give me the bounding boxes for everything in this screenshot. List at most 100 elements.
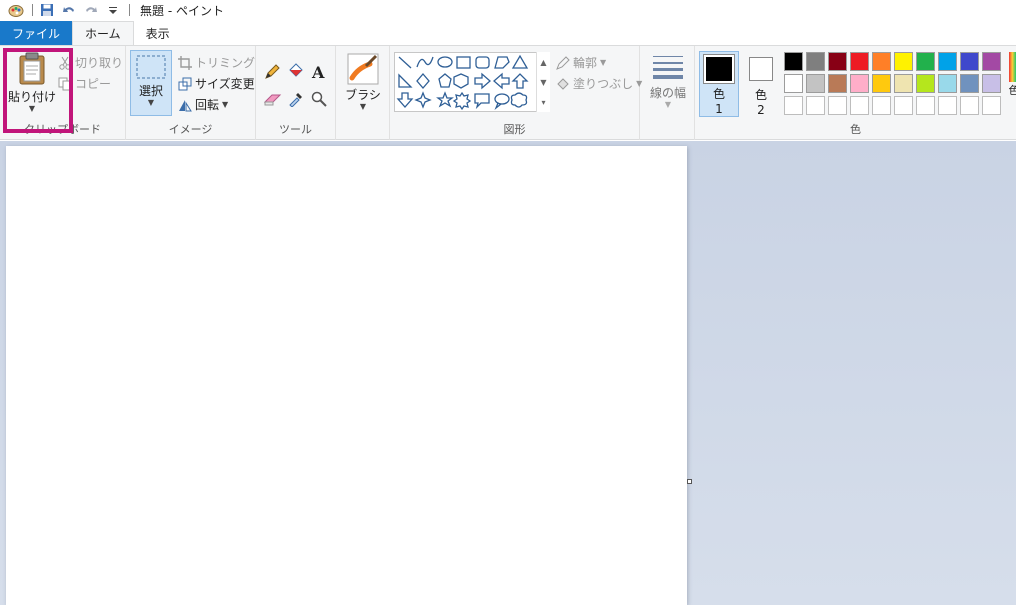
color1-button[interactable]: 色 1	[699, 51, 739, 117]
chevron-down-icon[interactable]: ▼	[148, 99, 154, 107]
copy-button[interactable]: コピー	[58, 75, 111, 92]
resize-label: サイズ変更	[195, 77, 255, 91]
color-swatch[interactable]	[982, 52, 1001, 71]
colors-group: 色 1 色 2 色 色	[695, 46, 1016, 140]
tab-home[interactable]: ホーム	[72, 21, 134, 45]
tab-view[interactable]: 表示	[134, 21, 182, 45]
color-swatch[interactable]	[960, 74, 979, 93]
color-swatch[interactable]	[960, 52, 979, 71]
brushes-group: ブラシ ▼	[336, 46, 390, 140]
cut-label: 切り取り	[75, 56, 124, 70]
color-swatch[interactable]	[982, 96, 1001, 115]
paste-button[interactable]: 貼り付け ▼	[8, 52, 56, 113]
clipboard-group-label: クリップボード	[24, 123, 101, 136]
color-swatch[interactable]	[894, 74, 913, 93]
title-bar: 無題 - ペイント	[0, 0, 1016, 20]
color-swatch[interactable]	[894, 52, 913, 71]
chevron-down-icon[interactable]: ▼	[360, 103, 366, 111]
color2-swatch	[749, 57, 773, 81]
cut-button[interactable]: 切り取り	[58, 54, 123, 71]
color-swatch[interactable]	[916, 74, 935, 93]
paint-app-icon[interactable]	[8, 2, 24, 18]
expand-gallery-icon[interactable]: ▾	[541, 98, 545, 107]
outline-icon	[556, 55, 570, 70]
paste-icon	[19, 52, 45, 85]
separator	[32, 4, 33, 16]
shapes-scrollbar[interactable]: ▲ ▼ ▾	[536, 52, 550, 112]
color-swatch[interactable]	[784, 52, 803, 71]
brushes-button[interactable]: ブラシ ▼	[342, 52, 384, 111]
color-swatch[interactable]	[828, 52, 847, 71]
eraser-icon[interactable]	[264, 92, 282, 106]
select-button[interactable]: 選択 ▼	[130, 50, 172, 116]
color2-button[interactable]: 色 2	[744, 51, 778, 117]
ribbon-tabs: ファイル ホーム 表示	[0, 21, 1016, 45]
color-swatch[interactable]	[806, 74, 825, 93]
chevron-down-icon[interactable]: ▼	[29, 105, 35, 113]
colors-group-label: 色	[850, 123, 861, 136]
color-swatch[interactable]	[872, 96, 891, 115]
color-swatch[interactable]	[784, 74, 803, 93]
color1-swatch	[703, 54, 735, 84]
color-swatch[interactable]	[872, 52, 891, 71]
color-swatch[interactable]	[938, 96, 957, 115]
edit-colors-button[interactable]: 色	[1008, 52, 1016, 98]
color-swatch[interactable]	[806, 96, 825, 115]
fill-button[interactable]: 塗りつぶし ▼	[556, 75, 642, 92]
drawing-canvas[interactable]	[6, 146, 687, 605]
fill-bucket-icon[interactable]	[287, 62, 305, 80]
crop-button[interactable]: トリミング	[178, 54, 255, 71]
copy-label: コピー	[75, 77, 112, 91]
redo-icon[interactable]	[83, 2, 99, 18]
color-swatch[interactable]	[850, 74, 869, 93]
select-rectangle-icon	[136, 55, 166, 79]
color-palette	[784, 52, 1006, 118]
color-picker-icon[interactable]	[288, 91, 304, 107]
rotate-icon	[179, 99, 192, 111]
tools-group: A ツール	[256, 46, 336, 140]
size-label: 線の幅	[649, 86, 686, 100]
customize-quick-access-icon[interactable]	[105, 2, 121, 18]
save-icon[interactable]	[39, 2, 55, 18]
paste-label: 貼り付け	[8, 90, 57, 104]
workspace	[0, 141, 1016, 605]
color-swatch[interactable]	[960, 96, 979, 115]
color-swatch[interactable]	[916, 52, 935, 71]
size-button[interactable]: 線の幅 ▼	[646, 54, 690, 109]
svg-text:A: A	[311, 64, 325, 80]
chevron-down-icon[interactable]: ▼	[540, 78, 546, 87]
color-swatch[interactable]	[828, 96, 847, 115]
chevron-down-icon[interactable]: ▼	[600, 58, 606, 67]
outline-button[interactable]: 輪郭 ▼	[556, 54, 606, 71]
chevron-down-icon[interactable]: ▼	[222, 100, 228, 109]
resize-icon	[178, 77, 192, 90]
color-swatch[interactable]	[850, 96, 869, 115]
color-swatch[interactable]	[850, 52, 869, 71]
color-swatch[interactable]	[938, 74, 957, 93]
text-icon[interactable]: A	[311, 64, 327, 80]
color-swatch[interactable]	[982, 74, 1001, 93]
shapes-grid	[396, 54, 529, 111]
fill-label: 塗りつぶし	[573, 77, 634, 91]
chevron-up-icon[interactable]: ▲	[540, 58, 546, 67]
magnifier-icon[interactable]	[311, 91, 327, 107]
color-swatch[interactable]	[784, 96, 803, 115]
canvas-resize-handle[interactable]	[687, 479, 692, 484]
color-swatch[interactable]	[894, 96, 913, 115]
image-group: 選択 ▼ トリミング サイズ変更 回転 ▼ イメージ	[126, 46, 256, 140]
shapes-group-label: 図形	[503, 123, 526, 136]
undo-icon[interactable]	[61, 2, 77, 18]
brush-icon	[347, 53, 379, 85]
brushes-label: ブラシ	[345, 88, 381, 102]
color-swatch[interactable]	[872, 74, 891, 93]
color2-number: 2	[757, 103, 765, 117]
color-swatch[interactable]	[828, 74, 847, 93]
color-swatch[interactable]	[916, 96, 935, 115]
color-swatch[interactable]	[938, 52, 957, 71]
rotate-button[interactable]: 回転 ▼	[178, 96, 228, 113]
tab-file[interactable]: ファイル	[0, 21, 73, 45]
color-swatch[interactable]	[806, 52, 825, 71]
resize-button[interactable]: サイズ変更	[178, 75, 255, 92]
pencil-icon[interactable]	[264, 64, 280, 80]
chevron-down-icon[interactable]: ▼	[665, 101, 671, 109]
